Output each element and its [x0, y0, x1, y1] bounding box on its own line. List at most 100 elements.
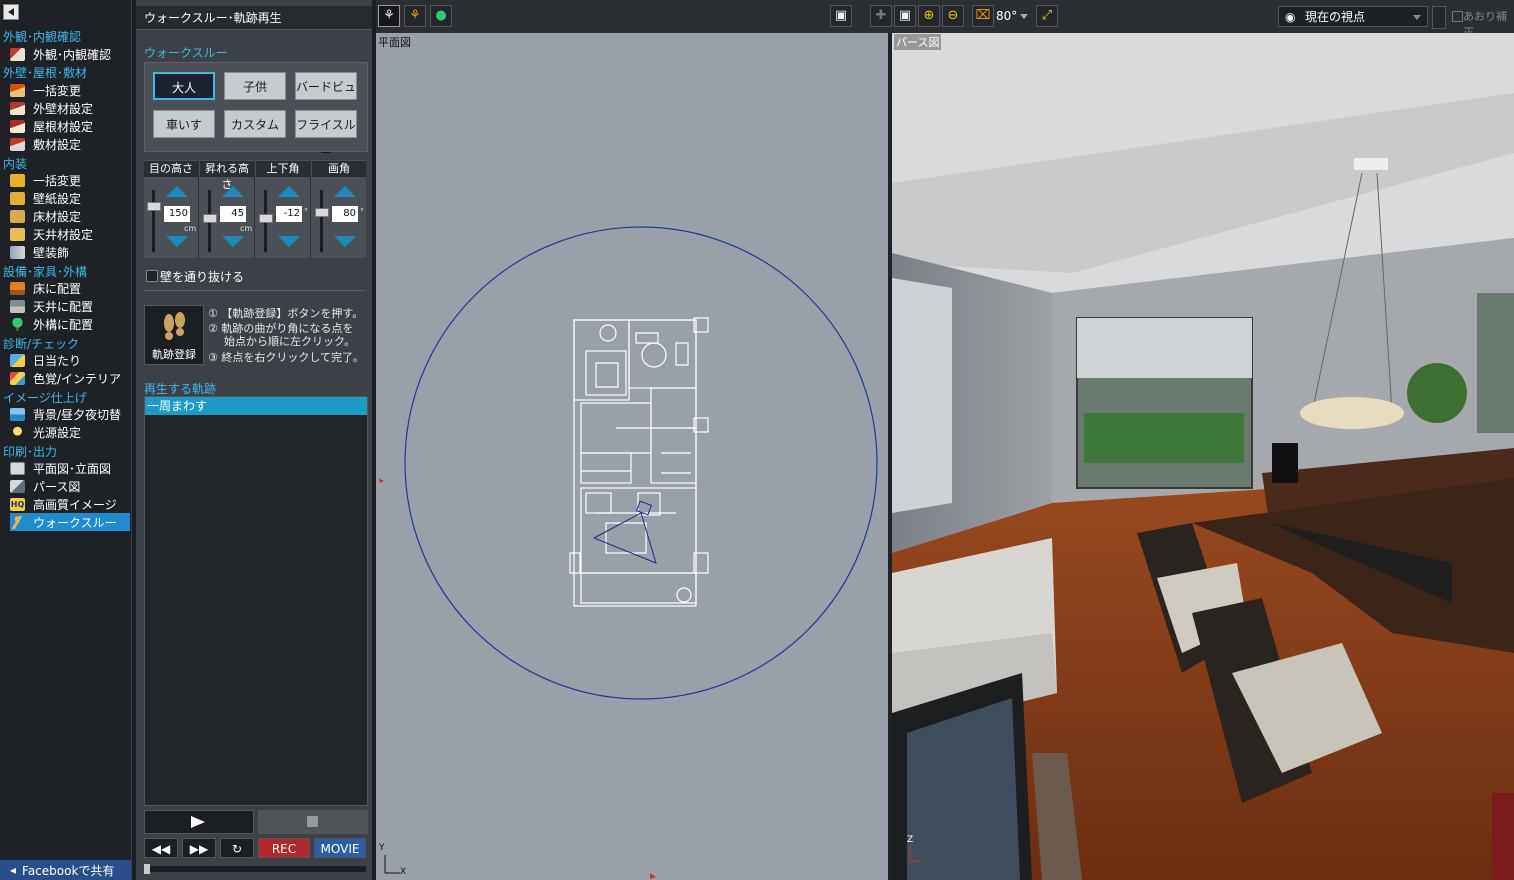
- sidebar-item-plan-elevation[interactable]: 平面図･立面図: [10, 459, 130, 477]
- mode-custom-button[interactable]: カスタム: [224, 110, 286, 138]
- zoom-out-button[interactable]: ⊖: [942, 5, 964, 27]
- climb-height-unit: cm: [240, 224, 253, 233]
- perspective-view[interactable]: パース図 Z: [892, 33, 1514, 880]
- climb-height-value[interactable]: 45: [220, 206, 246, 222]
- walk-mode-button[interactable]: ⚘: [378, 5, 400, 27]
- progress-thumb[interactable]: [144, 864, 150, 874]
- mode-selector: 大人 子供 バードビュー 車いす カスタム フライスルー: [144, 62, 368, 160]
- footprint-icon: [164, 312, 185, 340]
- mode-wheelchair-button[interactable]: 車いす: [153, 110, 215, 138]
- climb-height-down-button[interactable]: [222, 236, 244, 247]
- field-of-view-track[interactable]: [315, 190, 329, 252]
- room-render: [892, 33, 1514, 880]
- sidebar-item-wall-decor[interactable]: 壁装飾: [10, 243, 130, 261]
- playback-progress[interactable]: [144, 864, 366, 874]
- eye-height-track[interactable]: [147, 190, 161, 252]
- track-icon: ⚘: [409, 8, 421, 23]
- field-of-view-value[interactable]: 80: [332, 206, 358, 222]
- mode-adult-button[interactable]: 大人: [153, 72, 215, 100]
- track-list: 一周まわす: [144, 396, 368, 806]
- ceiling-icon: [10, 227, 25, 241]
- sidebar-item-floor-material[interactable]: 床材設定: [10, 207, 130, 225]
- track-item-loop[interactable]: 一周まわす: [145, 397, 367, 415]
- plan-view[interactable]: 平面図 Y X: [376, 33, 888, 880]
- eye-height-up-button[interactable]: [166, 186, 188, 197]
- sidebar-item-roof-material[interactable]: 屋根材設定: [10, 117, 130, 135]
- loop-icon: ↻: [231, 842, 243, 856]
- zoom-in-button[interactable]: ⊕: [918, 5, 940, 27]
- field-of-view-up-button[interactable]: [334, 186, 356, 197]
- tilt-angle-track[interactable]: [259, 190, 273, 252]
- floor-icon: [10, 209, 25, 223]
- field-of-view-thumb[interactable]: [315, 208, 329, 217]
- stop-button[interactable]: [258, 810, 368, 834]
- pan-button[interactable]: ✚: [870, 5, 892, 27]
- eye-height-value[interactable]: 150: [164, 206, 190, 222]
- sidebar-item-exterior-wall[interactable]: 外壁材設定: [10, 99, 130, 117]
- sidebar-item-place-on-floor[interactable]: 床に配置: [10, 279, 130, 297]
- mode-fly-through-button[interactable]: フライスルー: [295, 110, 357, 160]
- rewind-button[interactable]: ◀◀: [144, 838, 178, 858]
- move-icon: ✚: [875, 8, 887, 23]
- loop-button[interactable]: ↻: [220, 838, 254, 858]
- facebook-share-button[interactable]: ◂ Facebookで共有: [0, 860, 131, 880]
- tilt-angle-value[interactable]: -12: [276, 206, 302, 222]
- chair-icon: [10, 281, 25, 295]
- climb-height-track[interactable]: [203, 190, 217, 252]
- tilt-angle-control: 上下角 -12 °: [256, 160, 311, 258]
- mode-bird-view-button[interactable]: バードビュー: [295, 72, 357, 122]
- background-icon: [10, 407, 25, 421]
- sidebar-item-perspective[interactable]: パース図: [10, 477, 130, 495]
- fov-dropdown-icon[interactable]: [1020, 14, 1028, 19]
- field-of-view-down-button[interactable]: [334, 236, 356, 247]
- sidebar-item-sunlight[interactable]: 日当たり: [10, 351, 130, 369]
- plan-axis-x: X: [400, 867, 407, 877]
- sidebar-item-wallpaper[interactable]: 壁紙設定: [10, 189, 130, 207]
- sidebar-item-bulk-change-exterior[interactable]: 一括変更: [10, 81, 130, 99]
- movie-button[interactable]: MOVIE: [314, 838, 366, 858]
- play-button[interactable]: [144, 810, 254, 834]
- tilt-angle-thumb[interactable]: [259, 214, 273, 223]
- walkthrough-panel: ウォークスルー･軌跡再生 ウォークスルー 大人 子供 バードビュー 車いす カス…: [136, 0, 372, 880]
- tilt-angle-label: 上下角: [256, 161, 310, 177]
- sidebar-item-paving-material[interactable]: 敷材設定: [10, 135, 130, 153]
- floor-plan-drawing: [379, 226, 878, 879]
- sidebar-group-exterior-check: 外観･内観確認: [3, 30, 82, 44]
- sidebar-item-color-vision[interactable]: 色覚/インテリア: [10, 369, 130, 387]
- viewpoint-spinner[interactable]: [1432, 6, 1446, 29]
- view-mode-button[interactable]: ▣: [830, 5, 852, 27]
- color-vision-icon: [10, 371, 25, 385]
- mode-child-button[interactable]: 子供: [224, 72, 286, 100]
- tilt-angle-down-button[interactable]: [278, 236, 300, 247]
- track-mode-button[interactable]: ⚘: [404, 5, 426, 27]
- sidebar-item-place-exterior[interactable]: 外構に配置: [10, 315, 130, 333]
- viewpoint-select[interactable]: ◉ 現在の視点: [1278, 6, 1428, 27]
- sidebar-item-ceiling-material[interactable]: 天井材設定: [10, 225, 130, 243]
- zoom-fit-button[interactable]: ▣: [894, 5, 916, 27]
- record-track-button[interactable]: 軌跡登録: [144, 305, 204, 365]
- lamp-icon: [10, 299, 25, 313]
- point-mode-button[interactable]: ●: [430, 5, 452, 27]
- field-of-view-label: 画角: [312, 161, 366, 177]
- sidebar-item-background-time[interactable]: 背景/昼夕夜切替: [10, 405, 130, 423]
- wall-pass-checkbox[interactable]: [146, 270, 158, 282]
- sidebar-item-walkthrough[interactable]: ウォークスルー: [10, 513, 130, 531]
- tree-icon: [10, 317, 25, 331]
- eye-height-thumb[interactable]: [147, 202, 161, 211]
- field-of-view-button[interactable]: ⌧: [972, 5, 994, 27]
- eye-height-down-button[interactable]: [166, 236, 188, 247]
- fast-forward-button[interactable]: ▶▶: [182, 838, 216, 858]
- climb-height-thumb[interactable]: [203, 214, 217, 223]
- sidebar-item-exterior-interior-check[interactable]: 外観･内観確認: [10, 45, 130, 63]
- sidebar-item-place-on-ceiling[interactable]: 天井に配置: [10, 297, 130, 315]
- collapse-sidebar-button[interactable]: [3, 4, 19, 20]
- roof-icon: [10, 83, 25, 97]
- sidebar-item-hq-image[interactable]: HQ 高画質イメージ: [10, 495, 130, 513]
- sidebar-item-bulk-change-interior[interactable]: 一括変更: [10, 171, 130, 189]
- rec-button[interactable]: REC: [258, 838, 310, 858]
- tilt-correction-checkbox[interactable]: [1452, 11, 1463, 22]
- tilt-angle-up-button[interactable]: [278, 186, 300, 197]
- sidebar-item-light-source[interactable]: 光源設定: [10, 423, 130, 441]
- climb-height-up-button[interactable]: [222, 186, 244, 197]
- fullscreen-button[interactable]: ⤢: [1036, 5, 1058, 27]
